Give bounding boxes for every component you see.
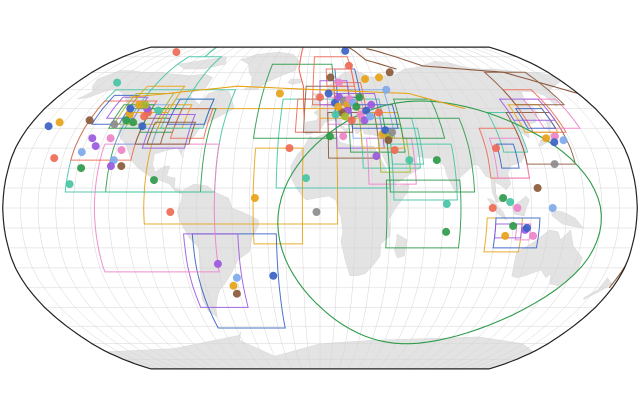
location-marker[interactable] bbox=[77, 164, 86, 173]
location-marker[interactable] bbox=[341, 47, 350, 55]
location-marker[interactable] bbox=[269, 271, 278, 280]
location-marker[interactable] bbox=[375, 73, 383, 82]
location-marker[interactable] bbox=[302, 174, 310, 183]
location-marker[interactable] bbox=[499, 194, 508, 202]
location-marker[interactable] bbox=[352, 102, 361, 111]
location-marker[interactable] bbox=[492, 144, 500, 153]
location-marker[interactable] bbox=[550, 160, 559, 169]
location-marker[interactable] bbox=[106, 162, 115, 171]
location-marker[interactable] bbox=[385, 68, 394, 77]
landmass bbox=[550, 209, 584, 229]
location-marker[interactable] bbox=[275, 89, 284, 98]
location-marker[interactable] bbox=[344, 61, 353, 70]
location-marker[interactable] bbox=[372, 152, 381, 161]
map-canvas bbox=[2, 46, 638, 370]
location-marker[interactable] bbox=[55, 118, 64, 127]
location-marker[interactable] bbox=[374, 108, 383, 117]
location-marker[interactable] bbox=[117, 162, 126, 171]
location-marker[interactable] bbox=[150, 176, 158, 185]
location-marker[interactable] bbox=[113, 78, 122, 87]
location-marker[interactable] bbox=[122, 116, 131, 125]
location-marker[interactable] bbox=[312, 208, 321, 216]
location-marker[interactable] bbox=[548, 204, 557, 212]
location-marker[interactable] bbox=[166, 208, 175, 216]
location-marker[interactable] bbox=[138, 122, 147, 131]
location-marker[interactable] bbox=[65, 180, 74, 189]
world-map bbox=[0, 0, 640, 400]
location-marker[interactable] bbox=[141, 100, 150, 109]
landmass bbox=[287, 78, 302, 85]
location-marker[interactable] bbox=[154, 106, 163, 115]
location-marker[interactable] bbox=[523, 224, 531, 232]
location-marker[interactable] bbox=[390, 146, 399, 155]
location-marker[interactable] bbox=[542, 134, 550, 143]
location-marker[interactable] bbox=[506, 198, 515, 206]
location-marker[interactable] bbox=[367, 100, 376, 109]
location-marker[interactable] bbox=[285, 144, 294, 153]
location-marker[interactable] bbox=[501, 231, 510, 240]
location-marker[interactable] bbox=[326, 73, 335, 82]
region-arc bbox=[204, 47, 218, 58]
location-marker[interactable] bbox=[382, 85, 391, 94]
location-marker[interactable] bbox=[232, 289, 241, 298]
location-marker[interactable] bbox=[442, 227, 451, 236]
landmass bbox=[177, 183, 259, 318]
location-marker[interactable] bbox=[88, 134, 97, 143]
location-marker[interactable] bbox=[533, 184, 542, 192]
location-marker[interactable] bbox=[110, 120, 119, 129]
location-marker[interactable] bbox=[331, 110, 340, 119]
location-marker[interactable] bbox=[77, 148, 86, 157]
location-marker[interactable] bbox=[334, 102, 343, 111]
location-marker[interactable] bbox=[334, 78, 343, 87]
location-marker[interactable] bbox=[91, 142, 100, 151]
location-marker[interactable] bbox=[550, 138, 559, 147]
location-marker[interactable] bbox=[529, 231, 538, 240]
location-marker[interactable] bbox=[432, 156, 441, 165]
location-marker[interactable] bbox=[366, 112, 375, 121]
location-marker[interactable] bbox=[172, 48, 181, 57]
landmass bbox=[583, 277, 613, 300]
location-marker[interactable] bbox=[44, 122, 53, 131]
location-marker[interactable] bbox=[347, 116, 356, 125]
location-marker[interactable] bbox=[339, 132, 348, 141]
landmass bbox=[394, 233, 408, 259]
landmass bbox=[511, 229, 583, 287]
location-marker[interactable] bbox=[229, 281, 238, 290]
location-marker[interactable] bbox=[85, 116, 94, 125]
location-marker[interactable] bbox=[388, 128, 397, 137]
location-marker[interactable] bbox=[405, 156, 414, 165]
location-marker[interactable] bbox=[384, 136, 393, 145]
location-marker[interactable] bbox=[355, 93, 364, 102]
location-marker[interactable] bbox=[513, 204, 522, 212]
location-marker[interactable] bbox=[232, 273, 241, 282]
location-marker[interactable] bbox=[50, 154, 59, 163]
location-marker[interactable] bbox=[117, 146, 126, 155]
location-marker[interactable] bbox=[559, 136, 568, 145]
location-marker[interactable] bbox=[316, 93, 324, 102]
location-marker[interactable] bbox=[129, 118, 138, 127]
location-marker[interactable] bbox=[106, 134, 115, 143]
location-marker[interactable] bbox=[126, 104, 135, 113]
location-marker[interactable] bbox=[509, 222, 518, 230]
location-marker[interactable] bbox=[488, 204, 497, 212]
location-marker[interactable] bbox=[442, 200, 451, 208]
location-marker[interactable] bbox=[324, 89, 333, 98]
location-marker[interactable] bbox=[325, 132, 334, 141]
location-marker[interactable] bbox=[213, 259, 222, 268]
location-marker[interactable] bbox=[250, 194, 259, 202]
location-marker[interactable] bbox=[140, 112, 149, 121]
location-marker[interactable] bbox=[361, 75, 369, 84]
location-marker[interactable] bbox=[341, 112, 350, 121]
